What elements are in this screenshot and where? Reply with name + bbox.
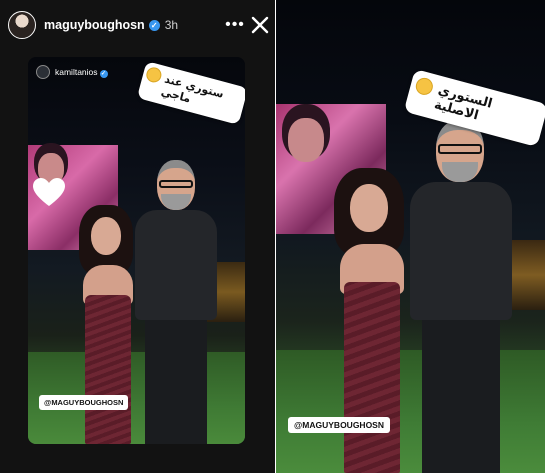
smiling-face-emoji-icon xyxy=(413,75,435,97)
heart-icon xyxy=(33,178,65,206)
sticker-text: الستوري الاصلية xyxy=(432,82,494,124)
avatar[interactable] xyxy=(8,11,36,39)
story-photo: Jl xyxy=(276,0,545,473)
mention-tag[interactable]: @MAGUYBOUGHOSN xyxy=(288,417,390,433)
repost-avatar[interactable] xyxy=(36,65,50,79)
repost-username[interactable]: kamiltanios xyxy=(55,67,98,77)
smiling-face-emoji-icon xyxy=(144,65,164,85)
story-username[interactable]: maguyboughosn xyxy=(44,18,145,32)
story-timestamp: 3h xyxy=(164,18,179,32)
more-options-icon[interactable]: ••• xyxy=(224,14,246,36)
repost-username-row[interactable]: kamiltanios ✓ xyxy=(55,67,108,78)
verified-badge-icon: ✓ xyxy=(99,69,108,78)
mention-tag[interactable]: @MAGUYBOUGHOSN xyxy=(39,395,129,410)
person-man xyxy=(131,160,221,444)
person-man xyxy=(406,120,516,473)
story-original-right: Jl الستوري الاصلية @MAGUYBOUGHOSN xyxy=(276,0,545,473)
reposted-story-card[interactable]: Jl kamiltanios✓ ستوري عند ماجي @MAGUYBOU… xyxy=(28,57,245,444)
verified-badge-icon: ✓ xyxy=(148,19,160,31)
close-icon[interactable] xyxy=(249,13,271,37)
story-viewer-left: maguyboughosn ✓ 3h ••• Jl kamiltanios✓ س… xyxy=(0,0,275,473)
